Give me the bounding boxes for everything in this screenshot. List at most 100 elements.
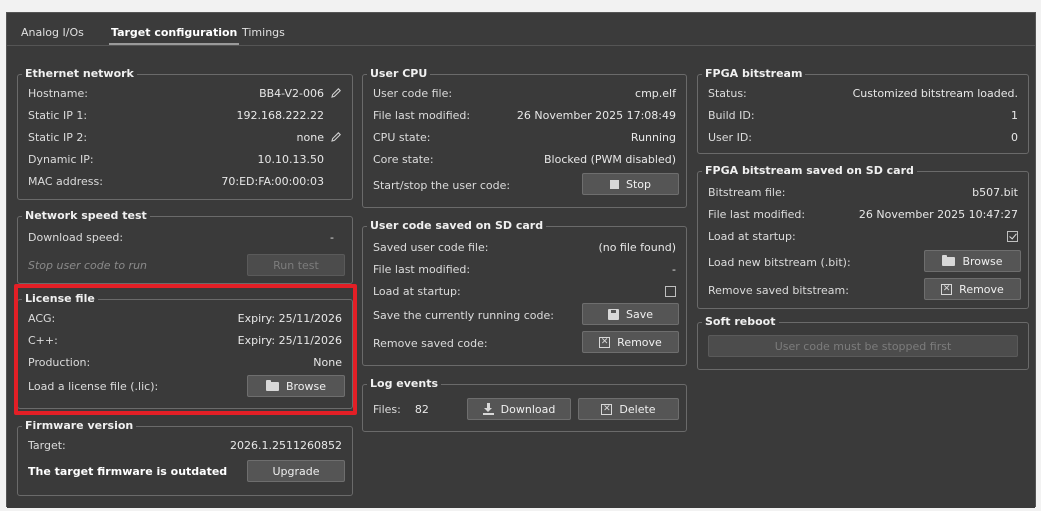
code-load-startup-checkbox[interactable]	[665, 285, 676, 297]
core-state-value: Blocked (PWM disabled)	[544, 152, 676, 166]
production-value: None	[313, 355, 342, 369]
group-title: Soft reboot	[702, 315, 779, 329]
bitstream-file-row: Bitstream file: b507.bit	[708, 182, 1018, 202]
user-code-file-label: User code file:	[373, 86, 453, 100]
remove-code-label: Remove saved code:	[373, 336, 488, 350]
hostname-value: BB4-V2-006	[259, 86, 324, 100]
start-stop-label: Start/stop the user code:	[373, 178, 511, 192]
edit-pencil-icon[interactable]	[330, 131, 342, 143]
remove-code-button[interactable]: ✕ Remove	[582, 331, 679, 353]
user-code-file-value: cmp.elf	[635, 86, 676, 100]
license-file-group: License file ACG: Expiry: 25/11/2026 C++…	[17, 292, 353, 409]
production-label: Production:	[28, 355, 91, 369]
bitstream-file-value: b507.bit	[972, 185, 1018, 199]
static-ip1-value: 192.168.222.22	[236, 108, 324, 122]
group-title: Network speed test	[22, 209, 150, 223]
remove-label: Remove	[959, 282, 1004, 296]
saved-code-file-row: Saved user code file: (no file found)	[373, 237, 676, 257]
delete-logs-button[interactable]: ✕ Delete	[578, 398, 679, 420]
tab-bar: Analog I/Os Target configuration Timings	[7, 13, 1035, 45]
tab-content: Ethernet network Hostname: BB4-V2-006 St…	[7, 45, 1035, 508]
folder-icon	[942, 254, 956, 266]
hostname-label: Hostname:	[28, 86, 88, 100]
saved-code-modified-row: File last modified: -	[373, 259, 676, 279]
user-code-file-row: User code file: cmp.elf	[373, 83, 676, 103]
core-state-row: Core state: Blocked (PWM disabled)	[373, 149, 676, 169]
cpp-row: C++: Expiry: 25/11/2026	[28, 330, 342, 350]
bitstream-modified-value: 26 November 2025 10:47:27	[858, 207, 1018, 221]
build-id-value: 1	[1011, 108, 1018, 122]
user-cpu-group: User CPU User code file: cmp.elf File la…	[362, 67, 687, 208]
acg-row: ACG: Expiry: 25/11/2026	[28, 308, 342, 328]
tab-timings[interactable]: Timings	[242, 26, 285, 39]
bitstream-load-startup-row: Load at startup:	[708, 226, 1018, 246]
cpu-state-label: CPU state:	[373, 130, 431, 144]
firmware-target-row: Target: 2026.1.2511260852	[28, 435, 342, 455]
acg-expiry: Expiry: 25/11/2026	[237, 311, 342, 325]
static-ip1-row: Static IP 1: 192.168.222.22	[28, 105, 342, 125]
load-license-label: Load a license file (.lic):	[28, 379, 159, 393]
download-speed-label: Download speed:	[28, 230, 124, 244]
code-load-startup-label: Load at startup:	[373, 284, 461, 298]
user-id-value: 0	[1011, 130, 1018, 144]
bitstream-modified-row: File last modified: 26 November 2025 10:…	[708, 204, 1018, 224]
mac-address-row: MAC address: 70:ED:FA:00:00:03	[28, 171, 342, 191]
tab-analog-ios[interactable]: Analog I/Os	[21, 26, 84, 39]
bitstream-browse-button[interactable]: Browse	[924, 250, 1021, 272]
build-id-label: Build ID:	[708, 108, 755, 122]
bitstream-load-startup-checkbox[interactable]	[1007, 230, 1018, 242]
fpga-status-label: Status:	[708, 86, 747, 100]
saved-code-modified-label: File last modified:	[373, 262, 471, 276]
group-title: Log events	[367, 377, 441, 391]
tab-target-configuration[interactable]: Target configuration	[108, 26, 240, 45]
license-browse-button[interactable]: Browse	[247, 375, 345, 397]
download-label: Download	[500, 402, 556, 416]
log-events-group: Log events Files: 82 Download ✕ Delete	[362, 377, 687, 432]
stop-label: Stop	[625, 177, 651, 191]
browse-label: Browse	[285, 379, 327, 393]
save-code-button[interactable]: Save	[582, 303, 679, 325]
bitstream-modified-label: File last modified:	[708, 207, 806, 221]
user-id-label: User ID:	[708, 130, 752, 144]
download-speed-row: Download speed: -	[28, 227, 342, 247]
soft-reboot-group: Soft reboot User code must be stopped fi…	[697, 315, 1029, 370]
app-window: Analog I/Os Target configuration Timings…	[6, 12, 1036, 508]
stop-button[interactable]: Stop	[582, 173, 679, 195]
cpu-state-value: Running	[630, 130, 676, 144]
fpga-sd-group: FPGA bitstream saved on SD card Bitstrea…	[697, 164, 1029, 309]
save-icon	[607, 308, 619, 320]
download-speed-value: -	[330, 230, 334, 244]
acg-label: ACG:	[28, 311, 56, 325]
delete-label: Delete	[619, 402, 656, 416]
static-ip2-value: none	[296, 130, 324, 144]
remove-bitstream-button[interactable]: ✕ Remove	[924, 278, 1021, 300]
build-id-row: Build ID: 1	[708, 105, 1018, 125]
saved-code-file-value: (no file found)	[598, 240, 676, 254]
static-ip2-label: Static IP 2:	[28, 130, 88, 144]
user-id-row: User ID: 0	[708, 127, 1018, 147]
run-test-button[interactable]: Run test	[247, 254, 345, 276]
production-row: Production: None	[28, 352, 342, 372]
group-title: FPGA bitstream	[702, 67, 806, 81]
edit-pencil-icon[interactable]	[330, 87, 342, 99]
core-state-label: Core state:	[373, 152, 434, 166]
user-code-sd-group: User code saved on SD card Saved user co…	[362, 219, 687, 366]
firmware-version-group: Firmware version Target: 2026.1.25112608…	[17, 419, 353, 496]
upgrade-button[interactable]: Upgrade	[247, 460, 345, 482]
group-title: Firmware version	[22, 419, 137, 433]
log-files-label: Files:	[373, 402, 401, 416]
code-load-startup-row: Load at startup:	[373, 281, 676, 301]
cpp-expiry: Expiry: 25/11/2026	[237, 333, 342, 347]
firmware-outdated-label: The target firmware is outdated	[28, 464, 228, 478]
fpga-bitstream-group: FPGA bitstream Status: Customized bitstr…	[697, 67, 1029, 154]
download-logs-button[interactable]: Download	[467, 398, 571, 420]
mac-address-value: 70:ED:FA:00:00:03	[221, 174, 324, 188]
soft-reboot-button[interactable]: User code must be stopped first	[708, 335, 1018, 357]
hostname-row: Hostname: BB4-V2-006	[28, 83, 342, 103]
save-label: Save	[625, 307, 653, 321]
group-title: FPGA bitstream saved on SD card	[702, 164, 917, 178]
fpga-status-row: Status: Customized bitstream loaded.	[708, 83, 1018, 103]
saved-code-file-label: Saved user code file:	[373, 240, 489, 254]
speed-test-hint: Stop user code to run	[28, 258, 148, 272]
group-title: User code saved on SD card	[367, 219, 547, 233]
